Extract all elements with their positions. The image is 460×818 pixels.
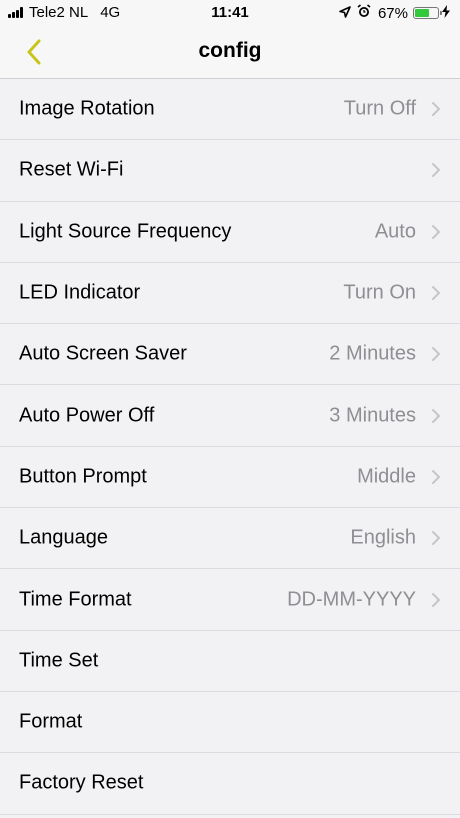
status-right: 67% [333,4,450,22]
settings-row-label: Light Source Frequency [19,220,232,243]
chevron-right-icon [432,163,440,178]
settings-row-image-rotation[interactable]: Image Rotation Turn Off [0,79,460,141]
status-bar: Tele2 NL 4G 11:41 67% [0,0,460,26]
settings-list: Image Rotation Turn Off Reset Wi-Fi Light S… [0,79,460,815]
settings-row-light-source-frequency[interactable]: Light Source Frequency Auto [0,202,460,263]
page-title: config [198,39,262,62]
settings-row-label: Reset Wi-Fi [19,158,124,181]
chevron-right-icon [432,469,440,484]
settings-row-auto-screen-saver[interactable]: Auto Screen Saver 2 Minutes [0,324,460,386]
settings-row-label: Button Prompt [19,465,147,488]
chevron-right-icon [432,347,440,362]
battery-fill [415,9,430,17]
settings-row-label: Factory Reset [19,771,144,794]
settings-row-led-indicator[interactable]: LED Indicator Turn On [0,263,460,325]
navigation-bar: config [0,26,460,79]
settings-row-label: Format [19,710,83,733]
settings-row-value: DD-MM-YYYY [287,588,416,611]
settings-row-label: Time Set [19,649,99,672]
battery-percent: 67% [377,4,408,22]
settings-row-value: Auto [374,220,416,243]
alarm-icon [357,4,371,22]
settings-row-value: English [350,526,416,549]
settings-row-value: Turn Off [343,97,416,120]
settings-row-label: Image Rotation [19,97,155,120]
settings-row-time-set[interactable]: Time Set [0,631,460,692]
settings-row-language[interactable]: Language English [0,508,460,570]
chevron-right-icon [432,286,440,301]
settings-row-format[interactable]: Format [0,692,460,754]
chevron-right-icon [432,531,440,546]
location-icon [339,5,351,22]
chevron-right-icon [432,408,440,423]
settings-row-label: Auto Power Off [19,404,155,427]
battery-icon [413,7,442,19]
chevron-right-icon [432,224,440,239]
settings-row-value: Middle [357,465,416,488]
settings-row-button-prompt[interactable]: Button Prompt Middle [0,447,460,509]
settings-row-factory-reset[interactable]: Factory Reset [0,753,460,815]
charging-icon [442,5,450,21]
settings-row-label: Auto Screen Saver [19,342,187,365]
settings-row-value: 2 Minutes [329,342,416,365]
settings-row-label: LED Indicator [19,281,141,304]
chevron-right-icon [432,592,440,607]
settings-row-reset-wi-fi[interactable]: Reset Wi-Fi [0,140,460,202]
settings-row-label: Language [19,526,108,549]
settings-row-value: Turn On [343,281,416,304]
settings-row-auto-power-off[interactable]: Auto Power Off 3 Minutes [0,385,460,447]
chevron-right-icon [432,102,440,117]
settings-row-label: Time Format [19,588,132,611]
settings-row-time-format[interactable]: Time Format DD-MM-YYYY [0,569,460,631]
settings-row-value: 3 Minutes [329,404,416,427]
